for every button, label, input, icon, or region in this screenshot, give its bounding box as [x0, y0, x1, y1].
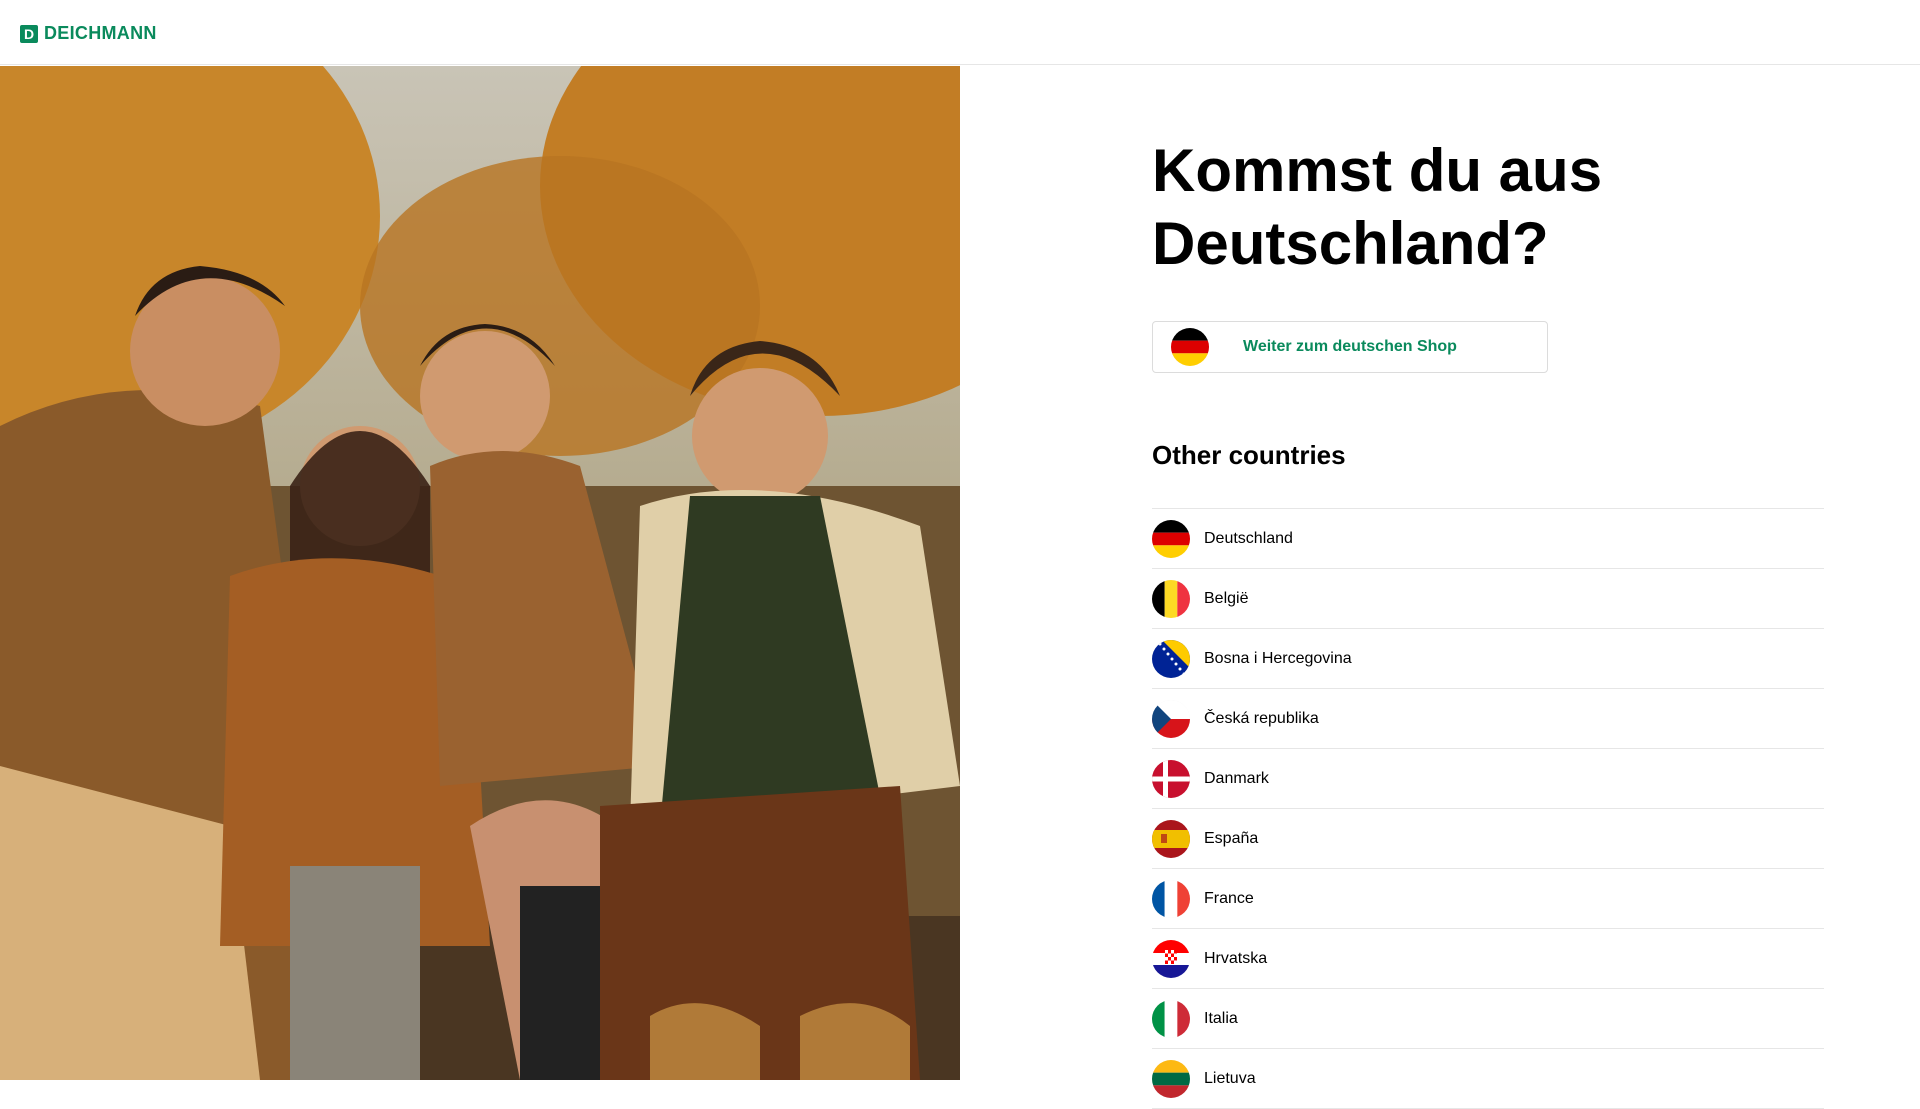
- it-flag-icon: [1152, 999, 1190, 1038]
- country-name: Danmark: [1204, 769, 1269, 787]
- family-photo: [0, 66, 960, 1080]
- be-flag-icon: [1152, 579, 1190, 618]
- country-name: España: [1204, 829, 1259, 847]
- cz-flag-icon: [1152, 699, 1190, 738]
- page-title: Kommst du aus Deutschland?: [1152, 137, 1603, 277]
- deichmann-logo[interactable]: D DEICHMANN: [20, 23, 157, 44]
- country-name: België: [1204, 589, 1249, 607]
- continue-german-shop-label: Weiter zum deutschen Shop: [1243, 338, 1457, 355]
- country-name: Deutschland: [1204, 529, 1293, 547]
- country-item-france[interactable]: France: [1152, 869, 1824, 929]
- country-list: Deutschland België Bosna i Hercegovina Č…: [1152, 508, 1824, 1109]
- dk-flag-icon: [1152, 759, 1190, 798]
- country-item-hrvatska[interactable]: Hrvatska: [1152, 929, 1824, 989]
- country-name: Bosna i Hercegovina: [1204, 649, 1352, 667]
- ba-flag-icon: [1152, 639, 1190, 678]
- country-name: France: [1204, 889, 1254, 907]
- country-item-espana[interactable]: España: [1152, 809, 1824, 869]
- country-item-ceska[interactable]: Česká republika: [1152, 689, 1824, 749]
- other-countries-heading: Other countries: [1152, 440, 1346, 470]
- de-flag-icon: [1171, 328, 1209, 366]
- de-flag-icon: [1152, 519, 1190, 558]
- country-item-danmark[interactable]: Danmark: [1152, 749, 1824, 809]
- country-item-bosna[interactable]: Bosna i Hercegovina: [1152, 629, 1824, 689]
- site-header: D DEICHMANN: [0, 0, 1920, 65]
- country-name: Česká republika: [1204, 709, 1319, 727]
- country-item-belgie[interactable]: België: [1152, 569, 1824, 629]
- logo-mark-icon: D: [20, 24, 38, 43]
- country-name: Lietuva: [1204, 1069, 1256, 1087]
- country-name: Hrvatska: [1204, 949, 1268, 967]
- continue-german-shop-button[interactable]: Weiter zum deutschen Shop: [1152, 321, 1548, 373]
- country-selector: Kommst du aus Deutschland? Weiter zum de…: [1152, 66, 1824, 1109]
- hr-flag-icon: [1152, 939, 1190, 978]
- es-flag-icon: [1152, 819, 1190, 858]
- country-item-italia[interactable]: Italia: [1152, 989, 1824, 1049]
- hero-image: [0, 66, 960, 1080]
- fr-flag-icon: [1152, 879, 1190, 918]
- lt-flag-icon: [1152, 1059, 1190, 1098]
- country-item-lietuva[interactable]: Lietuva: [1152, 1049, 1824, 1109]
- logo-text: DEICHMANN: [44, 23, 157, 43]
- country-item-deutschland[interactable]: Deutschland: [1152, 509, 1824, 569]
- country-name: Italia: [1204, 1009, 1238, 1027]
